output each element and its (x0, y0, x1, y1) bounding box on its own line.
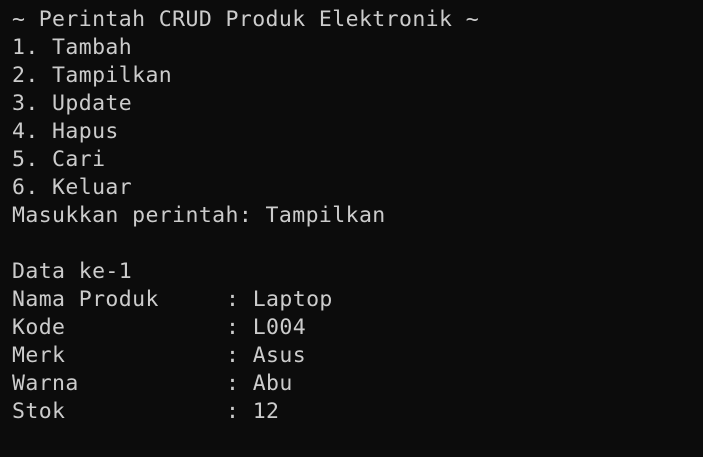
field-row-nama-produk: Nama Produk: Laptop (12, 286, 703, 314)
field-label: Stok (12, 399, 66, 424)
menu-item-tambah: 1. Tambah (12, 35, 133, 60)
field-separator: : (226, 315, 253, 340)
field-row-warna: Warna: Abu (12, 370, 703, 398)
prompt-input-value: Tampilkan (265, 203, 386, 228)
field-row-stok: Stok: 12 (12, 398, 703, 426)
field-label: Nama Produk (12, 287, 159, 312)
field-label: Kode (12, 315, 66, 340)
field-separator: : (226, 287, 253, 312)
field-value: Laptop (252, 287, 333, 312)
menu-item-cari: 5. Cari (12, 147, 106, 172)
menu-item-hapus: 4. Hapus (12, 119, 119, 144)
field-label: Merk (12, 343, 66, 368)
menu-title: ~ Perintah CRUD Produk Elektronik ~ (12, 7, 480, 32)
field-value: 12 (252, 399, 280, 424)
command-prompt-line: Masukkan perintah: Tampilkan (12, 202, 703, 230)
menu-item-tampilkan: 2. Tampilkan (12, 63, 173, 88)
field-value: Abu (252, 371, 293, 396)
menu-item-update: 3. Update (12, 91, 133, 116)
menu-item-keluar: 6. Keluar (12, 175, 133, 200)
field-separator: : (226, 343, 253, 368)
prompt-label: Masukkan perintah: (12, 203, 266, 228)
result-header: Data ke-1 (12, 259, 133, 284)
field-row-merk: Merk: Asus (12, 342, 703, 370)
terminal-window[interactable]: ~ Perintah CRUD Produk Elektronik ~ 1. T… (0, 0, 703, 457)
field-value: L004 (252, 315, 307, 340)
field-row-kode: Kode: L004 (12, 314, 703, 342)
field-separator: : (226, 399, 253, 424)
field-label: Warna (12, 371, 79, 396)
field-separator: : (226, 371, 253, 396)
field-value: Asus (252, 343, 307, 368)
